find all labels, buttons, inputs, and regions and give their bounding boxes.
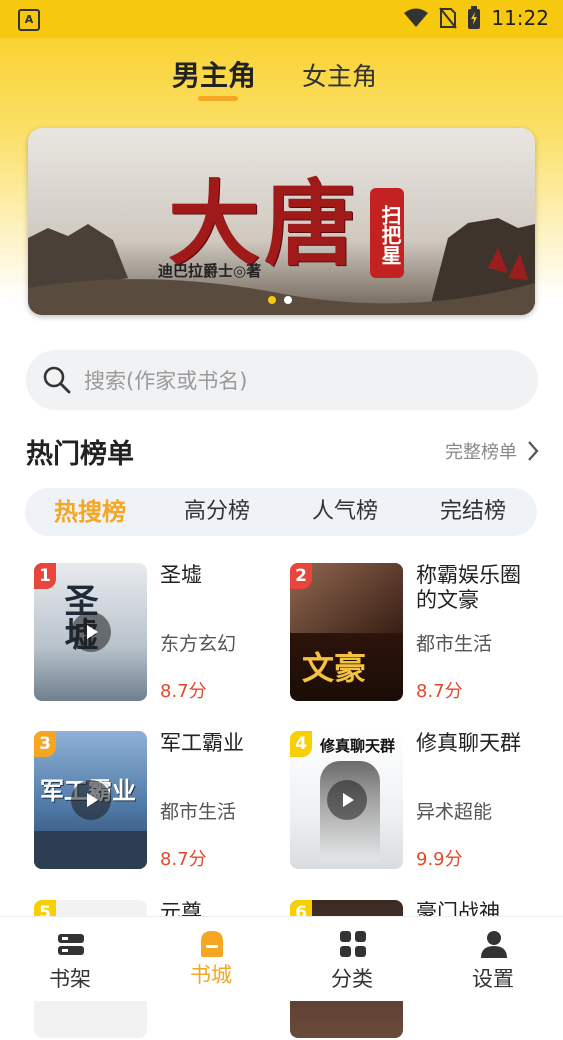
status-bar: A 11:22 (0, 0, 563, 38)
book-title[interactable]: 军工霸业 (160, 731, 285, 756)
tab-popularity[interactable]: 人气榜 (285, 488, 405, 536)
tab-male-lead[interactable]: 男主角 (172, 54, 256, 94)
bookshelf-icon (58, 934, 84, 955)
book-category: 都市生活 (160, 801, 237, 823)
book-item[interactable]: 文豪 2 称霸娱乐圈的文豪 都市生活 8.7分 (290, 563, 540, 703)
no-sim-icon (439, 7, 458, 29)
store-icon (201, 931, 223, 957)
play-icon[interactable] (327, 780, 367, 820)
book-score: 8.7分 (416, 681, 463, 702)
banner-seal: 扫把星 (370, 188, 404, 278)
book-category: 异术超能 (416, 801, 493, 823)
full-ranking-label: 完整榜单 (445, 442, 517, 463)
app-notification-icon: A (18, 9, 40, 31)
tab-completed[interactable]: 完结榜 (413, 488, 533, 536)
nav-bookstore[interactable]: 书城 (141, 917, 281, 1001)
book-cover[interactable]: 圣墟 1 (34, 563, 147, 701)
category-icon (340, 931, 366, 957)
book-title[interactable]: 称霸娱乐圈的文豪 (416, 563, 541, 613)
book-score: 9.9分 (416, 849, 463, 870)
banner-author: 迪巴拉爵士◎著 (158, 262, 262, 280)
rank-badge: 4 (290, 731, 312, 757)
search-input[interactable] (82, 350, 506, 412)
book-score: 8.7分 (160, 681, 207, 702)
book-item[interactable]: 修真聊天群 4 修真聊天群 异术超能 9.9分 (290, 731, 540, 871)
nav-category[interactable]: 分类 (282, 917, 422, 1001)
full-ranking-link[interactable]: 完整榜单 (445, 438, 539, 464)
rank-badge: 3 (34, 731, 56, 757)
nav-label: 设置 (472, 967, 514, 991)
nav-label: 书架 (49, 967, 91, 991)
nav-bookshelf[interactable]: 书架 (0, 917, 140, 1001)
search-bar[interactable] (26, 350, 538, 412)
section-title: 热门榜单 (26, 439, 134, 470)
nav-label: 书城 (190, 963, 232, 987)
book-title[interactable]: 修真聊天群 (416, 731, 541, 756)
book-cover[interactable]: 文豪 2 (290, 563, 403, 701)
rank-badge: 1 (34, 563, 56, 589)
banner-dot-1[interactable] (268, 296, 276, 304)
tab-hot-search[interactable]: 热搜榜 (30, 488, 150, 536)
rank-badge: 2 (290, 563, 312, 589)
search-icon (43, 366, 71, 394)
book-category: 东方玄幻 (160, 633, 237, 655)
book-item[interactable]: 军工霸业 3 军工霸业 都市生活 8.7分 (34, 731, 284, 871)
user-icon (481, 931, 507, 958)
active-tab-indicator (198, 96, 238, 101)
gender-tabs: 男主角 女主角 (0, 48, 563, 108)
banner-dot-2[interactable] (284, 296, 292, 304)
tab-high-score[interactable]: 高分榜 (157, 488, 277, 536)
ranking-tabs: 热搜榜 高分榜 人气榜 完结榜 (25, 488, 537, 536)
nav-settings[interactable]: 设置 (423, 917, 563, 1001)
book-item[interactable]: 圣墟 1 圣墟 东方玄幻 8.7分 (34, 563, 284, 703)
status-icons: 11:22 (403, 6, 549, 30)
banner-pagination (268, 296, 292, 304)
bottom-navigation: 书架 书城 分类 设置 (0, 916, 563, 1001)
nav-label: 分类 (331, 967, 373, 991)
cover-text: 文豪 (302, 649, 367, 687)
promo-banner[interactable]: 大唐 扫把星 迪巴拉爵士◎著 (28, 128, 535, 315)
book-title[interactable]: 圣墟 (160, 563, 285, 588)
battery-icon (468, 6, 481, 29)
book-score: 8.7分 (160, 849, 207, 870)
book-category: 都市生活 (416, 633, 493, 655)
cover-text: 修真聊天群 (320, 737, 396, 755)
book-cover[interactable]: 修真聊天群 4 (290, 731, 403, 869)
chevron-right-icon (528, 441, 539, 461)
status-time: 11:22 (491, 6, 549, 30)
tab-female-lead[interactable]: 女主角 (302, 57, 377, 93)
play-icon[interactable] (71, 780, 111, 820)
play-icon[interactable] (71, 612, 111, 652)
wifi-icon (404, 8, 429, 27)
book-cover[interactable]: 军工霸业 3 (34, 731, 147, 869)
